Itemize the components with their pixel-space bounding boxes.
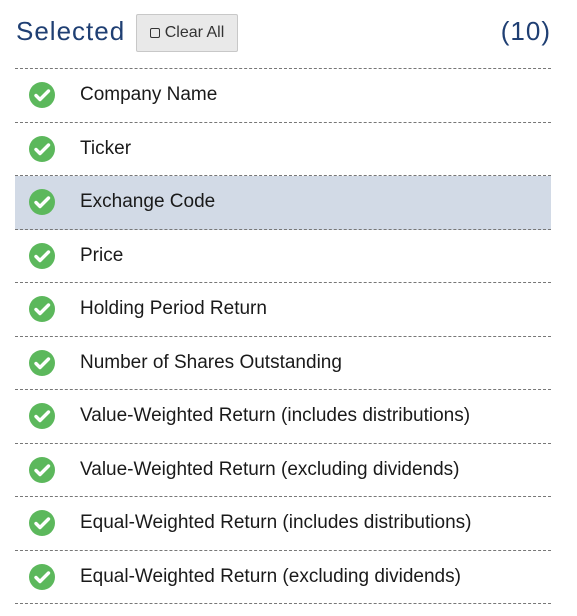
list-item-label: Ticker xyxy=(80,137,132,159)
list-item-label: Holding Period Return xyxy=(80,298,267,320)
list-item-exchange-code[interactable]: Exchange Code xyxy=(15,176,551,230)
check-circle-icon xyxy=(29,296,55,323)
list-item-label: Price xyxy=(80,244,124,266)
check-circle-icon xyxy=(29,242,55,269)
list-item-label: Exchange Code xyxy=(80,191,216,213)
list-item-vw-return-excl[interactable]: Value-Weighted Return (excluding dividen… xyxy=(15,444,551,497)
list-item-shares-outstanding[interactable]: Number of Shares Outstanding xyxy=(15,337,551,390)
selected-list: Company Name Ticker Exchange Code Price … xyxy=(15,68,551,604)
list-item-label: Number of Shares Outstanding xyxy=(80,351,342,373)
check-circle-icon xyxy=(29,189,55,216)
check-circle-icon xyxy=(29,82,55,109)
check-circle-icon xyxy=(29,349,55,376)
list-item-price[interactable]: Price xyxy=(15,230,551,283)
list-item-company-name[interactable]: Company Name xyxy=(15,69,551,123)
selected-panel: Selected Clear All (10) Company Name Tic… xyxy=(15,0,551,604)
check-circle-icon xyxy=(29,135,55,162)
selected-count: (10) xyxy=(500,16,551,46)
list-item-holding-period-return[interactable]: Holding Period Return xyxy=(15,283,551,337)
list-item-ticker[interactable]: Ticker xyxy=(15,123,551,176)
clear-all-button[interactable]: Clear All xyxy=(136,14,238,52)
list-item-vw-return-incl[interactable]: Value-Weighted Return (includes distribu… xyxy=(15,390,551,444)
list-item-label: Equal-Weighted Return (excluding dividen… xyxy=(80,565,461,587)
check-circle-icon xyxy=(29,456,55,483)
clear-all-label: Clear All xyxy=(164,24,225,41)
list-item-label: Equal-Weighted Return (includes distribu… xyxy=(80,512,472,534)
selected-title: Selected xyxy=(16,16,126,46)
selected-header: Selected Clear All (10) xyxy=(15,0,551,68)
check-circle-icon xyxy=(29,563,55,590)
list-item-ew-return-excl[interactable]: Equal-Weighted Return (excluding dividen… xyxy=(15,551,551,604)
check-circle-icon xyxy=(29,510,55,537)
checkbox-icon xyxy=(149,28,160,38)
list-item-ew-return-incl[interactable]: Equal-Weighted Return (includes distribu… xyxy=(15,497,551,551)
check-circle-icon xyxy=(29,403,55,430)
list-item-label: Value-Weighted Return (excluding dividen… xyxy=(80,458,460,480)
list-item-label: Value-Weighted Return (includes distribu… xyxy=(80,405,471,427)
list-item-label: Company Name xyxy=(80,84,218,106)
